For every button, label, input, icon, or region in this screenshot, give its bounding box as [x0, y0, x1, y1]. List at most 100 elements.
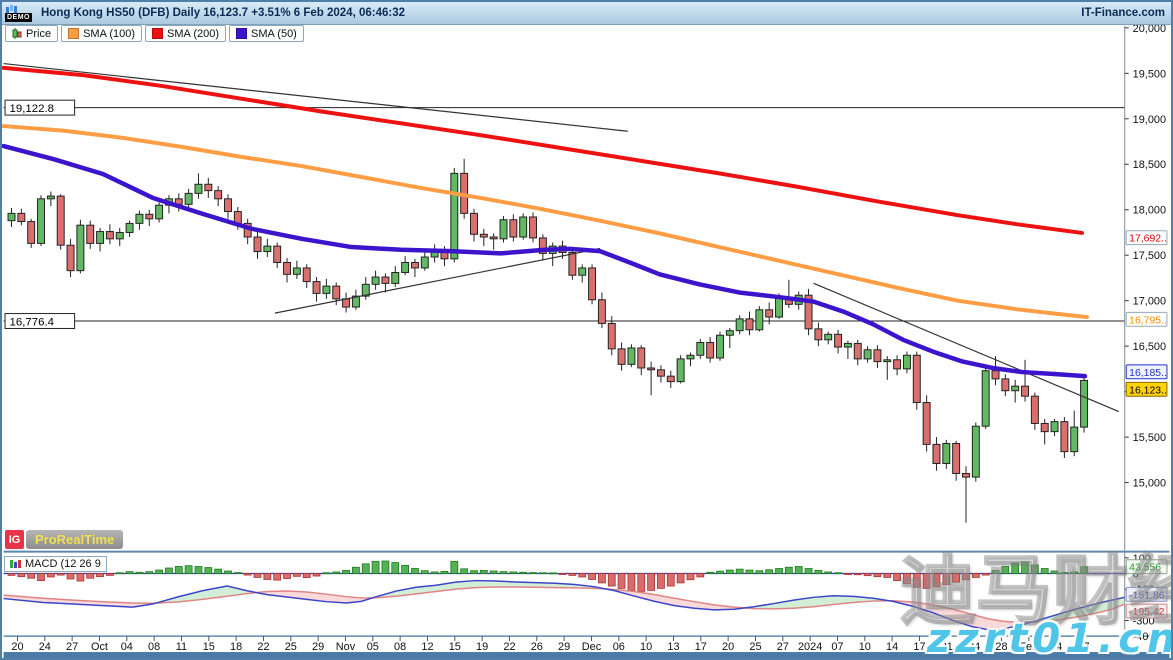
- macd-hist-up: [707, 572, 714, 573]
- candlestick-series[interactable]: [8, 159, 1088, 523]
- macd-hist-up: [156, 570, 163, 573]
- candle-down: [638, 348, 645, 368]
- candle-down: [1031, 396, 1038, 423]
- macd-hist-up: [431, 572, 438, 574]
- macd-hist-up: [333, 572, 340, 574]
- price-tick-label: 19,500: [1133, 68, 1166, 80]
- macd-hist-down: [47, 574, 54, 577]
- macd-hist-down: [67, 574, 74, 579]
- candle-up: [697, 343, 704, 356]
- candle-up: [628, 348, 635, 364]
- candle-up: [520, 217, 527, 237]
- macd-hist-up: [471, 571, 478, 574]
- macd-hist-down: [903, 574, 910, 584]
- candle-up: [38, 199, 45, 244]
- candle-up: [717, 335, 724, 358]
- candle-up: [1051, 422, 1058, 432]
- macd-hist-down: [982, 574, 989, 576]
- macd-hist-up: [510, 572, 517, 574]
- candle-down: [67, 245, 74, 270]
- macd-hist-up: [234, 573, 241, 574]
- candle-down: [57, 196, 64, 245]
- macd-hist-up: [815, 570, 822, 573]
- candle-up: [421, 257, 428, 268]
- macd-hist-up: [736, 569, 743, 573]
- time-tick-label: 11: [176, 641, 187, 653]
- candle-down: [835, 334, 842, 347]
- candle-down: [87, 225, 94, 243]
- macd-hist-up: [185, 566, 192, 574]
- candle-up: [97, 232, 104, 244]
- price-tag-sma100: 16,795..: [1129, 315, 1167, 326]
- legend-sma200-label: SMA (200): [167, 28, 219, 40]
- legend-sma200-tab[interactable]: SMA (200): [145, 25, 226, 42]
- macd-hist-down: [953, 574, 960, 583]
- macd-hist-down: [884, 574, 891, 578]
- price-axis: 20,00019,50019,00018,50018,00017,50017,0…: [1125, 23, 1166, 636]
- candle-up: [1081, 380, 1088, 427]
- sma50-swatch: [236, 28, 247, 39]
- candle-up: [500, 220, 507, 239]
- legend-sma50-tab[interactable]: SMA (50): [229, 25, 304, 42]
- ig-logo-icon: IG: [5, 530, 24, 549]
- macd-hist-up: [136, 572, 143, 573]
- macd-hist-down: [284, 574, 291, 579]
- candle-down: [303, 268, 310, 282]
- candle-up: [736, 319, 743, 331]
- time-tick-label: 17: [695, 641, 707, 653]
- mini-candles-icon: [5, 4, 19, 13]
- macd-hist-down: [923, 574, 930, 589]
- macd-hist-down: [648, 574, 655, 591]
- candle-down: [815, 329, 822, 340]
- candle-down: [18, 213, 25, 221]
- macd-hist-down: [57, 574, 64, 576]
- macd-hist-up: [756, 571, 763, 574]
- macd-hist-up: [1081, 567, 1088, 574]
- time-tick-label: 25: [285, 641, 297, 653]
- time-tick-label: 20: [722, 641, 734, 653]
- candle-down: [411, 262, 418, 267]
- candle-up: [195, 184, 202, 193]
- candle-down: [490, 237, 497, 239]
- macd-hist-up: [530, 573, 537, 574]
- macd-hist-up: [126, 572, 133, 574]
- macd-hist-up: [795, 566, 802, 573]
- candle-down: [569, 252, 576, 275]
- candle-up: [1071, 427, 1078, 452]
- macd-hist-down: [854, 574, 861, 575]
- time-tick-label: Oct: [91, 641, 108, 653]
- macd-hist-up: [1071, 572, 1078, 574]
- legend-bar: Price SMA (100) SMA (200) SMA (50): [5, 25, 304, 42]
- macd-hist-down: [254, 574, 261, 578]
- macd-hist-up: [549, 573, 556, 574]
- time-tick-label: 26: [531, 641, 543, 653]
- time-tick-label: Dec: [582, 641, 602, 653]
- macd-hist-up: [225, 571, 232, 574]
- candle-up: [972, 426, 979, 477]
- candle-up: [451, 173, 458, 258]
- time-tick-label: 18: [230, 641, 242, 653]
- time-tick-label: Nov: [336, 641, 356, 653]
- legend-sma100-tab[interactable]: SMA (100): [61, 25, 142, 42]
- legend-price-tab[interactable]: Price: [5, 25, 58, 42]
- chart-canvas[interactable]: 19,122.816,776.420,00019,50019,00018,500…: [2, 2, 1171, 658]
- macd-hist-up: [382, 561, 389, 574]
- candle-down: [933, 444, 940, 463]
- candle-down: [963, 473, 970, 477]
- price-tag-sma200: 17,692..: [1129, 234, 1167, 245]
- candle-down: [146, 214, 153, 219]
- macd-panel[interactable]: 1000-100-300-400: [4, 552, 1170, 643]
- time-tick-label: 13: [667, 641, 679, 653]
- price-tick-label: 18,500: [1133, 159, 1166, 171]
- candle-down: [284, 262, 291, 274]
- macd-hist-down: [559, 574, 566, 575]
- candle-down: [480, 234, 487, 237]
- prorealtime-logo[interactable]: IG ProRealTime: [5, 530, 123, 549]
- axis-value-tags: 17,692..16,795..16,185..16,123..43.556-1…: [1126, 231, 1167, 618]
- macd-hist-down: [18, 574, 25, 577]
- macd-indicator-label[interactable]: MACD (12 26 9: [4, 556, 107, 572]
- macd-hist-down: [38, 574, 45, 581]
- macd-hist-down: [628, 574, 635, 591]
- candle-down: [746, 319, 753, 330]
- time-tick-label: 25: [749, 641, 761, 653]
